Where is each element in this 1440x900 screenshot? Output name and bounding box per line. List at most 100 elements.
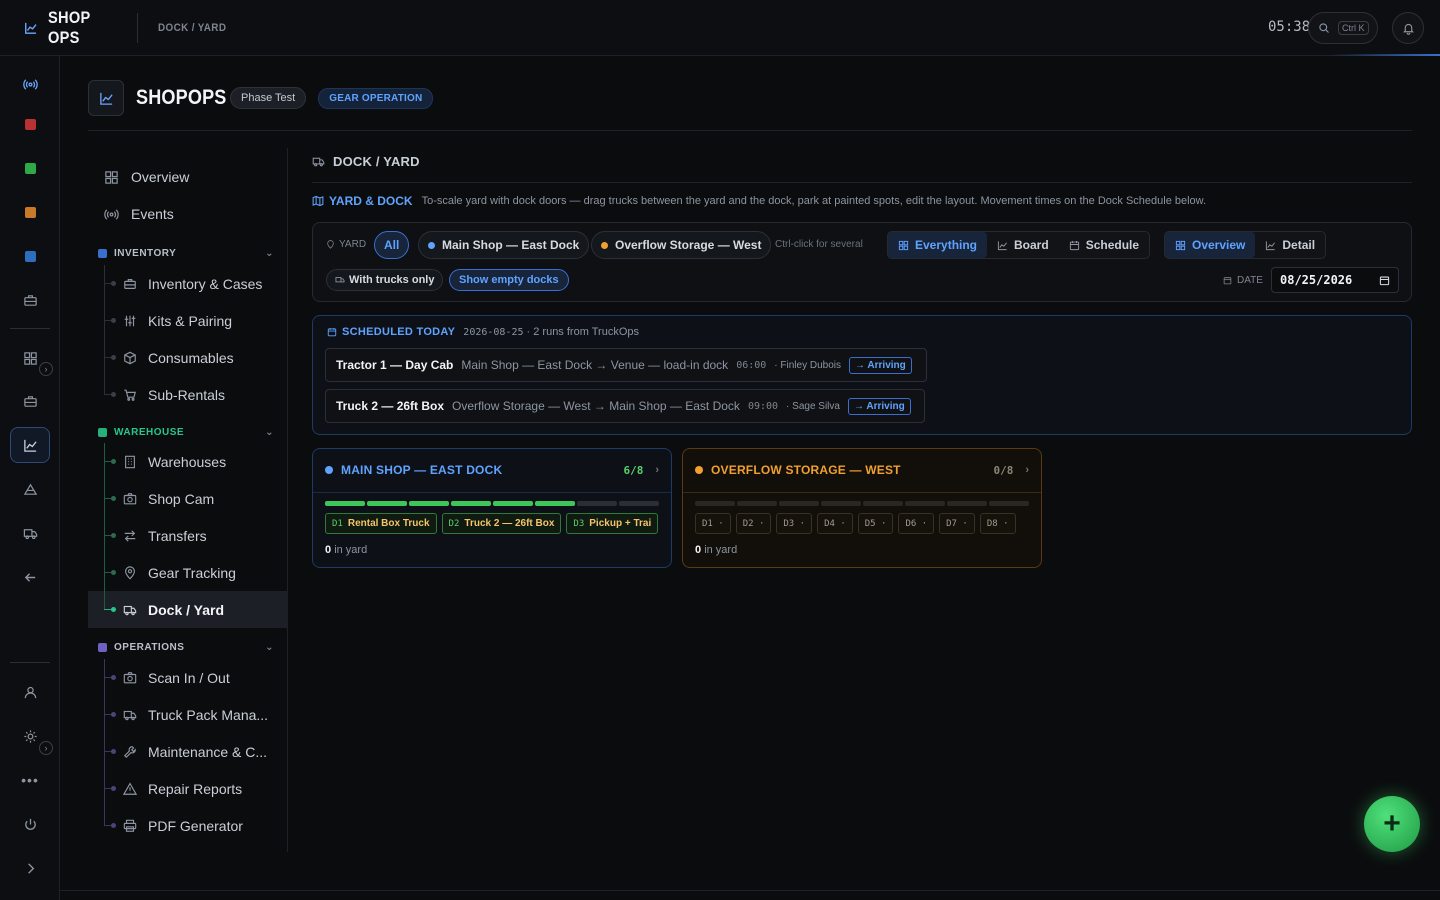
rail-tent[interactable] xyxy=(10,471,50,507)
rail-briefcase[interactable] xyxy=(10,282,50,318)
mode-detail[interactable]: Detail xyxy=(1255,232,1325,258)
calendar-icon[interactable] xyxy=(1379,275,1390,286)
add-fab-button[interactable]: + xyxy=(1364,796,1420,852)
nav-item-maintenance[interactable]: Maintenance & C... xyxy=(88,733,288,770)
dock-door[interactable]: D3 · xyxy=(776,513,813,534)
dock-door[interactable]: D1 · xyxy=(695,513,731,534)
show-empty-toggle[interactable]: Show empty docks xyxy=(449,269,569,291)
chevron-right-icon[interactable]: › xyxy=(1025,464,1029,476)
section-divider xyxy=(312,182,1412,183)
yard-filter-overflow[interactable]: Overflow Storage — West xyxy=(591,231,772,259)
tree-connector xyxy=(104,480,116,517)
dock-door[interactable]: D2 Truck 2 — 26ft Box xyxy=(441,513,562,534)
rail-back[interactable] xyxy=(10,559,50,595)
mode-chip[interactable]: GEAR OPERATION xyxy=(318,87,434,109)
rail-warehouse[interactable] xyxy=(10,427,50,463)
section-header: DOCK / YARD xyxy=(312,154,420,169)
yard-card-main-shop[interactable]: MAIN SHOP — EAST DOCK 6/8 › D1 Rental Box… xyxy=(312,448,672,568)
blue-square-icon xyxy=(24,250,36,262)
nav-item-gear-tracking[interactable]: Gear Tracking xyxy=(88,554,288,591)
rail-collapse[interactable] xyxy=(10,850,50,886)
nav-item-transfers[interactable]: Transfers xyxy=(88,517,288,554)
notifications-button[interactable] xyxy=(1392,12,1424,44)
box-icon xyxy=(124,278,136,289)
dock-door[interactable]: D3 Pickup + Trai xyxy=(566,513,659,534)
rail-truck[interactable] xyxy=(10,515,50,551)
run-route: Overflow Storage — West → Main Shop — Ea… xyxy=(452,399,740,413)
date-input[interactable]: 08/25/2026 xyxy=(1271,267,1399,293)
view-board[interactable]: Board xyxy=(987,232,1059,258)
rail-user[interactable] xyxy=(10,674,50,710)
mode-overview[interactable]: Overview xyxy=(1165,232,1256,258)
search-button[interactable]: Ctrl K xyxy=(1308,12,1378,44)
rail-green[interactable] xyxy=(10,150,50,186)
nav-item-shop-cam[interactable]: Shop Cam xyxy=(88,480,288,517)
yard-name: MAIN SHOP — EAST DOCK xyxy=(341,463,503,477)
phase-chip[interactable]: Phase Test xyxy=(230,87,307,109)
power-icon xyxy=(24,818,36,830)
in-yard-count: 0 in yard xyxy=(695,544,737,556)
printer-icon xyxy=(123,819,137,832)
yard-card-divider xyxy=(683,492,1041,493)
nav-item-truck-pack[interactable]: Truck Pack Mana... xyxy=(88,696,288,733)
chevron-down-icon: ⌄ xyxy=(265,248,274,259)
run-status-badge[interactable]: → Arriving xyxy=(847,397,911,415)
run-time: 09:00 xyxy=(747,400,779,412)
nav-section-inventory[interactable]: INVENTORY ⌄ xyxy=(98,248,274,259)
rail-blue[interactable] xyxy=(10,238,50,274)
nav-item-kits[interactable]: Kits & Pairing xyxy=(88,302,288,339)
nav-item-label: Gear Tracking xyxy=(148,564,236,581)
chevron-right-icon[interactable]: › xyxy=(655,464,659,476)
page-title: SHOPOPS xyxy=(136,86,227,109)
schedule-run-row[interactable]: Truck 2 — 26ft Box Overflow Storage — We… xyxy=(325,389,925,423)
rail-more[interactable]: ••• xyxy=(10,762,50,798)
multi-select-hint: Ctrl-click for several xyxy=(775,239,863,250)
view-everything[interactable]: Everything xyxy=(888,232,988,258)
dock-door[interactable]: D7 · xyxy=(939,513,975,534)
schedule-title: SCHEDULED TODAY xyxy=(327,326,455,338)
dock-door[interactable]: D8 · xyxy=(979,513,1016,534)
occupancy-bar xyxy=(779,501,819,506)
nav-item-repair[interactable]: Repair Reports xyxy=(88,770,288,807)
dock-door[interactable]: D1 Rental Box Truck xyxy=(325,513,437,534)
dock-door[interactable]: D6 · xyxy=(898,513,935,534)
chevron-down-icon: ⌄ xyxy=(265,427,274,438)
nav-item-scan[interactable]: Scan In / Out xyxy=(88,659,288,696)
rail-orange[interactable] xyxy=(10,194,50,230)
rail-red[interactable] xyxy=(10,106,50,142)
schedule-date: 2026-08-25 xyxy=(463,326,524,338)
nav-item-dock-yard[interactable]: Dock / Yard xyxy=(88,591,288,628)
brand[interactable]: SHOP OPS xyxy=(0,8,138,47)
with-trucks-toggle[interactable]: With trucks only xyxy=(326,269,444,291)
nav-item-pdf[interactable]: PDF Generator xyxy=(88,807,288,844)
nav-item-consumables[interactable]: Consumables xyxy=(88,339,288,376)
dock-door[interactable]: D5 · xyxy=(857,513,894,534)
rail-power[interactable] xyxy=(10,806,50,842)
nav-item-subrentals[interactable]: Sub-Rentals xyxy=(88,376,288,413)
nav-item-inventory-cases[interactable]: Inventory & Cases xyxy=(88,265,288,302)
run-route: Main Shop — East Dock → Venue — load-in … xyxy=(461,358,729,372)
schedule-run-row[interactable]: Tractor 1 — Day Cab Main Shop — East Doc… xyxy=(325,348,927,382)
occupancy-bar xyxy=(989,501,1029,506)
dock-door[interactable]: D4 · xyxy=(817,513,853,534)
nav-item-label: Truck Pack Mana... xyxy=(148,706,269,723)
yard-filter-all[interactable]: All xyxy=(374,231,410,259)
dock-door[interactable]: D2 · xyxy=(735,513,772,534)
blue-dot xyxy=(325,466,333,474)
nav-section-operations[interactable]: OPERATIONS ⌄ xyxy=(98,642,274,653)
yard-card-overflow[interactable]: OVERFLOW STORAGE — WEST 0/8 › D1 · D2 · … xyxy=(682,448,1042,568)
nav-events[interactable]: Events xyxy=(104,206,174,222)
nav-overview[interactable]: Overview xyxy=(104,169,189,185)
nav-item-warehouses[interactable]: Warehouses xyxy=(88,443,288,480)
run-status-badge[interactable]: → Arriving xyxy=(849,356,912,374)
rail-expand-badge[interactable]: › xyxy=(39,362,53,376)
rail-events[interactable] xyxy=(10,66,50,102)
rail-expand-badge[interactable]: › xyxy=(39,741,53,755)
yard-filter-main-shop[interactable]: Main Shop — East Dock xyxy=(418,231,590,259)
chevron-down-icon: ⌄ xyxy=(265,642,274,653)
nav-section-warehouse[interactable]: WAREHOUSE ⌄ xyxy=(98,427,274,438)
nav-item-label: Consumables xyxy=(148,349,234,366)
view-schedule[interactable]: Schedule xyxy=(1059,232,1149,258)
rail-inventory[interactable] xyxy=(10,383,50,419)
occupancy-bar xyxy=(493,501,533,506)
